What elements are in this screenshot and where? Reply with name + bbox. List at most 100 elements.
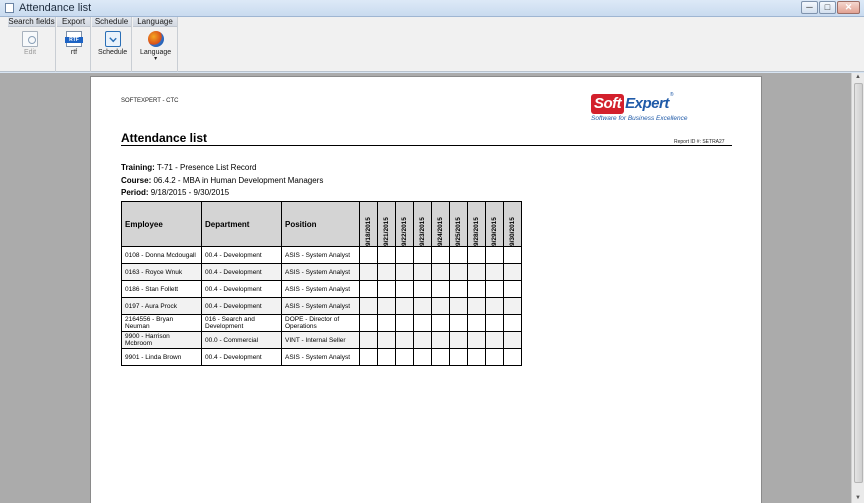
softexpert-logo: Soft Expert ® Software for Business Excell…: [591, 92, 709, 128]
attendance-cell: [503, 280, 522, 298]
scroll-up-icon[interactable]: ▲: [852, 73, 864, 82]
column-header-date: 9/21/2015: [377, 201, 396, 247]
cell-position: ASIS - System Analyst: [281, 263, 360, 281]
attendance-cell: [431, 246, 450, 264]
column-header-department: Department: [201, 201, 282, 247]
rtf-export-button[interactable]: RTF rtf: [65, 31, 83, 56]
cell-employee: 0108 - Donna Mcdougall: [121, 246, 202, 264]
attendance-cell: [395, 348, 414, 366]
chevron-down-icon: ▾: [154, 56, 158, 62]
cell-position: ASIS - System Analyst: [281, 280, 360, 298]
report-page: SOFTEXPERT - CTC Soft Expert ® Software fo…: [90, 76, 762, 503]
cell-position: ASIS - System Analyst: [281, 348, 360, 366]
attendance-cell: [431, 331, 450, 349]
attendance-cell: [377, 263, 396, 281]
language-button-label: Language: [140, 49, 172, 56]
attendance-table: Employee Department Position 9/18/2015 9/…: [121, 201, 522, 366]
attendance-cell: [413, 331, 432, 349]
title-divider: [121, 145, 732, 146]
vertical-scrollbar[interactable]: ▲ ▼: [851, 73, 864, 503]
report-viewer[interactable]: SOFTEXPERT - CTC Soft Expert ® Software fo…: [0, 73, 864, 503]
period-label: Period:: [121, 188, 149, 197]
ribbon-group-schedule: Schedule Schedule: [92, 17, 132, 72]
attendance-cell: [485, 263, 504, 281]
attendance-cell: [503, 348, 522, 366]
training-value: T-71 - Presence List Record: [156, 163, 257, 172]
window-controls: ─ □ ✕: [801, 1, 860, 14]
ribbon-group-search-fields: Search fields Edit: [8, 17, 56, 72]
cell-employee: 0197 - Aura Prock: [121, 297, 202, 315]
attendance-cell: [377, 246, 396, 264]
date-label: 9/28/2015: [473, 216, 480, 246]
company-name: SOFTEXPERT - CTC: [121, 98, 179, 104]
attendance-cell: [359, 263, 378, 281]
cell-position: ASIS - System Analyst: [281, 297, 360, 315]
date-label: 9/25/2015: [455, 216, 462, 246]
table-row: 2164556 - Bryan Neuman 016 - Search and D…: [121, 314, 522, 332]
ribbon-group-header: Export: [57, 17, 90, 27]
attendance-cell: [377, 314, 396, 332]
course-label: Course:: [121, 176, 152, 185]
column-header-date: 9/30/2015: [503, 201, 522, 247]
table-row: 9901 - Linda Brown 00.4 - Development ASIS…: [121, 348, 522, 366]
cell-department: 00.4 - Development: [201, 263, 282, 281]
maximize-button[interactable]: □: [819, 1, 836, 14]
attendance-cell: [377, 297, 396, 315]
attendance-cell: [485, 314, 504, 332]
attendance-cell: [449, 263, 468, 281]
date-label: 9/24/2015: [437, 216, 444, 246]
language-button[interactable]: Language ▾: [140, 31, 171, 62]
attendance-cell: [467, 297, 486, 315]
date-label: 9/18/2015: [365, 216, 372, 246]
rtf-icon: RTF: [65, 31, 83, 47]
logo-soft: Soft: [591, 94, 625, 114]
schedule-button[interactable]: Schedule: [98, 31, 127, 56]
cell-employee: 9901 - Linda Brown: [121, 348, 202, 366]
column-header-position: Position: [281, 201, 360, 247]
attendance-cell: [449, 246, 468, 264]
logo-registered: ®: [669, 92, 674, 98]
minimize-button[interactable]: ─: [801, 1, 818, 14]
training-line: Training: T-71 - Presence List Record: [121, 163, 256, 172]
cell-position: VINT - Internal Seller: [281, 331, 360, 349]
attendance-cell: [431, 314, 450, 332]
attendance-cell: [359, 297, 378, 315]
ribbon-group-export: Export RTF rtf: [57, 17, 91, 72]
attendance-cell: [431, 348, 450, 366]
attendance-cell: [485, 331, 504, 349]
attendance-cell: [395, 263, 414, 281]
column-header-date: 9/23/2015: [413, 201, 432, 247]
period-value: 9/18/2015 - 9/30/2015: [150, 188, 230, 197]
ribbon-group-header: Language: [133, 17, 177, 27]
attendance-cell: [377, 331, 396, 349]
attendance-cell: [431, 297, 450, 315]
column-header-employee: Employee: [121, 201, 202, 247]
attendance-cell: [359, 331, 378, 349]
date-label: 9/30/2015: [509, 216, 516, 246]
edit-button[interactable]: Edit: [22, 31, 38, 56]
attendance-cell: [449, 314, 468, 332]
table-row: 0186 - Stan Follett 00.4 - Development ASI…: [121, 280, 522, 298]
close-button[interactable]: ✕: [837, 1, 860, 14]
cell-department: 016 - Search and Development: [201, 314, 282, 332]
column-header-date: 9/25/2015: [449, 201, 468, 247]
attendance-cell: [413, 348, 432, 366]
attendance-cell: [485, 246, 504, 264]
course-value: 06.4.2 - MBA in Human Development Manage…: [153, 176, 324, 185]
cell-department: 00.0 - Commercial: [201, 331, 282, 349]
window-title: Attendance list: [19, 2, 92, 14]
attendance-cell: [485, 280, 504, 298]
logo-expert: Expert: [625, 95, 669, 112]
ribbon-group-header: Schedule: [92, 17, 131, 27]
date-label: 9/29/2015: [491, 216, 498, 246]
column-header-date: 9/22/2015: [395, 201, 414, 247]
attendance-cell: [503, 263, 522, 281]
attendance-cell: [395, 297, 414, 315]
scrollbar-thumb[interactable]: [854, 83, 863, 483]
scroll-down-icon[interactable]: ▼: [852, 494, 864, 503]
column-header-date: 9/18/2015: [359, 201, 378, 247]
cell-department: 00.4 - Development: [201, 297, 282, 315]
attendance-cell: [395, 331, 414, 349]
edit-button-label: Edit: [23, 49, 37, 56]
column-header-date: 9/29/2015: [485, 201, 504, 247]
